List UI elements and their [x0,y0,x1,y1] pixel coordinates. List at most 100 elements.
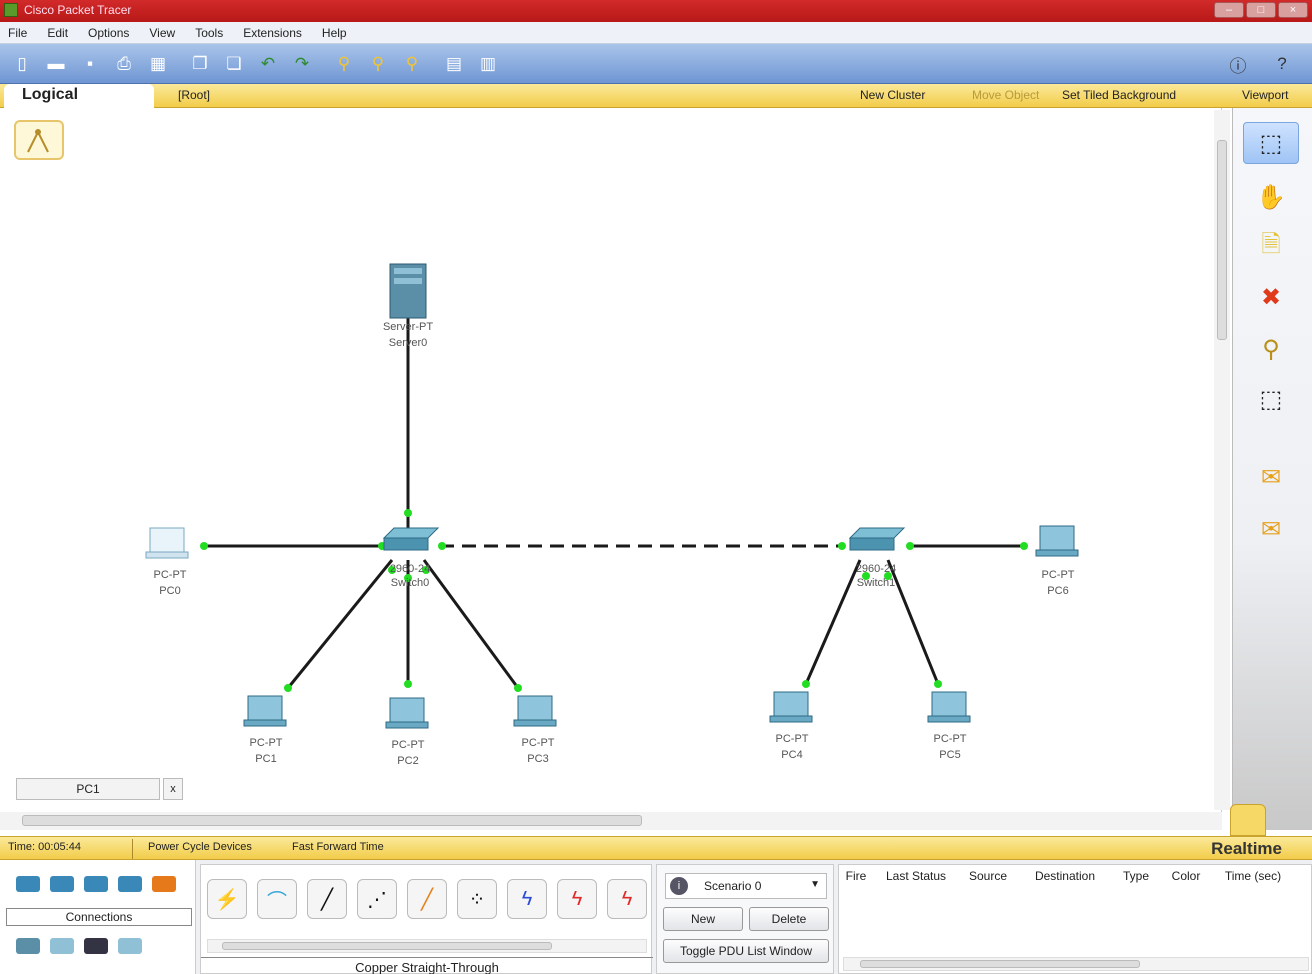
pc1-window-close-button[interactable]: x [163,778,183,800]
help-icon[interactable]: ? [1268,50,1296,78]
new-icon[interactable]: ▯ [8,50,36,78]
print-icon[interactable]: ⎙ [110,50,138,78]
end-devices-icon[interactable] [16,938,40,954]
device-category-label: Connections [6,908,192,926]
hand-icon[interactable]: ✋ [1243,176,1299,218]
redo-icon[interactable]: ↷ [288,50,316,78]
toggle-pdu-list-button[interactable]: Toggle PDU List Window [663,939,829,963]
col-type: Type [1122,869,1149,883]
link-switch0-pc1 [286,559,394,689]
pc1-name-label: PC1 [255,753,276,765]
complex-pdu-icon[interactable]: ✉ [1243,508,1299,550]
fast-forward-time-button[interactable]: Fast Forward Time [292,841,384,853]
zoom-reset-icon[interactable]: ⚲ [364,50,392,78]
workspace-vertical-scrollbar[interactable] [1214,110,1230,810]
console-cable-icon[interactable]: ⌒ [257,879,297,919]
select-icon[interactable]: ⬚ [1243,122,1299,164]
scenario-select[interactable]: i Scenario 0 ▼ [665,873,827,899]
menu-edit[interactable]: Edit [47,26,68,40]
menu-options[interactable]: Options [88,26,129,40]
copper-straight-through-icon[interactable]: ╱ [307,879,347,919]
serial-dte-icon[interactable]: ϟ [607,879,647,919]
activity-wizard-icon[interactable]: ▦ [144,50,172,78]
main-toolbar: ▯ ▬ ▪ ⎙ ▦ ❐ ❏ ↶ ↷ ⚲ ⚲ ⚲ ▤ ▥ ⓘ ? [0,44,1312,84]
col-last-status: Last Status [885,869,947,883]
logical-workspace[interactable]: Server-PT Server0 2960-24 Switch0 2960-2… [0,108,1222,830]
pc5-type-label: PC-PT [934,733,967,745]
resize-icon[interactable]: ⬚ [1243,378,1299,420]
menu-tools[interactable]: Tools [195,26,223,40]
pc5-icon [927,691,971,723]
copy-icon[interactable]: ❐ [186,50,214,78]
phone-cable-icon[interactable]: ⁘ [457,879,497,919]
tab-logical[interactable]: Logical [4,84,154,108]
delete-icon[interactable]: ✖ [1243,276,1299,318]
pc4-icon [769,691,813,723]
minimize-button[interactable]: – [1214,2,1244,18]
pdu-list-scrollbar[interactable] [843,957,1309,971]
pc1-window-tab[interactable]: PC1 [16,778,160,800]
multiuser-connection-icon[interactable] [118,938,142,954]
maximize-button[interactable]: □ [1246,2,1276,18]
routers-icon[interactable] [16,876,40,892]
new-cluster-button[interactable]: New Cluster [860,88,925,102]
menu-help[interactable]: Help [322,26,347,40]
paste-icon[interactable]: ❏ [220,50,248,78]
info-icon[interactable]: ⓘ [1224,50,1252,78]
menu-file[interactable]: File [8,26,27,40]
delete-scenario-button[interactable]: Delete [749,907,829,931]
copper-cross-over-icon[interactable]: ⋰ [357,879,397,919]
wan-emulation-icon[interactable] [50,938,74,954]
custom-made-devices-icon[interactable] [84,938,108,954]
pc4-name-label: PC4 [781,749,802,761]
chevron-down-icon: ▼ [810,879,820,890]
connection-types-panel: ⚡ ⌒ ╱ ⋰ ╱ ⁘ ϟ ϟ ϟ Copper Straight-Throug… [200,864,653,974]
switch0-name-label: Switch0 [391,577,430,589]
pc3-icon [513,695,557,727]
open-icon[interactable]: ▬ [42,50,70,78]
inspect-icon[interactable]: ⚲ [1243,328,1299,370]
pc2-icon [385,697,429,729]
serial-dce-icon[interactable]: ϟ [557,879,597,919]
set-tiled-background-button[interactable]: Set Tiled Background [1062,88,1176,102]
realtime-mode-label[interactable]: Realtime [1211,839,1282,859]
undo-icon[interactable]: ↶ [254,50,282,78]
col-color: Color [1171,869,1201,883]
zoom-out-icon[interactable]: ⚲ [398,50,426,78]
hubs-icon[interactable] [84,876,108,892]
auto-connection-icon[interactable]: ⚡ [207,879,247,919]
power-cycle-devices-button[interactable]: Power Cycle Devices [148,841,252,853]
bottom-panel: Connections ⚡ ⌒ ╱ ⋰ ╱ ⁘ ϟ ϟ ϟ Copper Str… [0,860,1312,974]
pdu-list: Fire Last Status Source Destination Type… [838,864,1312,974]
zoom-in-icon[interactable]: ⚲ [330,50,358,78]
realtime-clock-icon[interactable] [1230,804,1266,836]
pc6-type-label: PC-PT [1042,569,1075,581]
switches-icon[interactable] [50,876,74,892]
move-object-button[interactable]: Move Object [972,88,1039,102]
window-title: Cisco Packet Tracer [24,3,132,17]
wireless-devices-icon[interactable] [118,876,142,892]
custom-device-icon[interactable]: ▥ [474,50,502,78]
workspace-horizontal-scrollbar[interactable] [0,812,1222,830]
close-button[interactable]: × [1278,2,1308,18]
pc0-type-label: PC-PT [154,569,187,581]
app-icon [4,3,18,17]
viewport-button[interactable]: Viewport [1242,88,1288,102]
note-icon[interactable]: 🗎 [1243,226,1299,268]
topology-canvas: Server-PT Server0 2960-24 Switch0 2960-2… [145,263,1079,767]
menu-extensions[interactable]: Extensions [243,26,302,40]
server-icon [389,263,427,319]
fiber-icon[interactable]: ╱ [407,879,447,919]
col-destination: Destination [1034,869,1096,883]
connection-types-scrollbar[interactable] [207,939,647,953]
save-icon[interactable]: ▪ [76,50,104,78]
menu-view[interactable]: View [149,26,175,40]
pc3-type-label: PC-PT [522,737,555,749]
new-scenario-button[interactable]: New [663,907,743,931]
root-label[interactable]: [Root] [178,88,210,102]
simple-pdu-icon[interactable]: ✉ [1243,456,1299,498]
connections-icon[interactable] [152,876,176,892]
palette-icon[interactable]: ▤ [440,50,468,78]
coaxial-cable-icon[interactable]: ϟ [507,879,547,919]
info-icon: i [670,877,688,895]
